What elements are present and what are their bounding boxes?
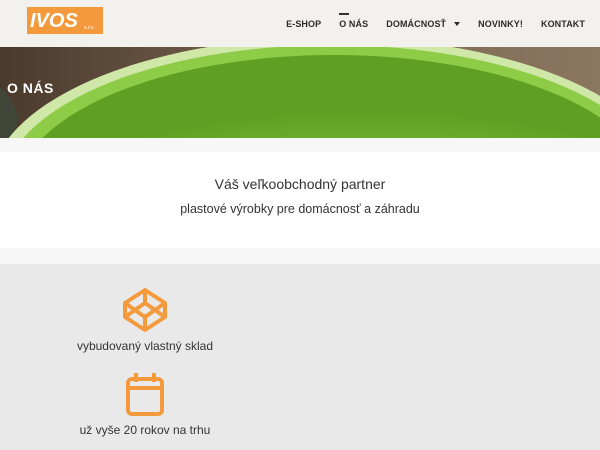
features-section: vybudovaný vlastný sklad už vyše 20 roko… [0,264,600,450]
calendar-icon [126,373,164,416]
logo-suffix: s.r.o. [84,25,95,31]
intro-headline: Váš veľkoobchodný partner [214,176,386,192]
feature-years: už vyše 20 rokov na trhu [60,371,230,437]
site-header: IVOS s.r.o. E-SHOP O NÁS DOMÁCNOSŤ NOVIN… [0,0,600,47]
feature-label: vybudovaný vlastný sklad [76,339,214,353]
intro-card [0,152,600,248]
nav-o-nas[interactable]: O NÁS [339,12,368,29]
nav-eshop[interactable]: E-SHOP [286,19,321,29]
page-title: O NÁS [7,80,54,96]
nav-domacnost-label: DOMÁCNOSŤ [386,18,447,29]
intro-subheadline: plastové výrobky pre domácnosť a záhradu [180,202,420,216]
feature-warehouse: vybudovaný vlastný sklad [60,287,230,353]
hero-bowl-image [0,47,600,138]
logo-text: IVOS [30,10,78,32]
logo[interactable]: IVOS s.r.o. [27,7,103,34]
intro-section: Váš veľkoobchodný partner plastové výrob… [0,138,600,264]
main-nav: E-SHOP O NÁS DOMÁCNOSŤ NOVINKY! KONTAKT [268,0,585,47]
feature-label: už vyše 20 rokov na trhu [79,423,211,437]
codepen-cube-icon [123,288,167,332]
nav-kontakt[interactable]: KONTAKT [541,19,585,29]
chevron-down-icon [454,21,461,26]
hero-banner: O NÁS [0,47,600,138]
nav-novinky[interactable]: NOVINKY! [478,19,523,29]
nav-domacnost[interactable]: DOMÁCNOSŤ [386,18,461,29]
